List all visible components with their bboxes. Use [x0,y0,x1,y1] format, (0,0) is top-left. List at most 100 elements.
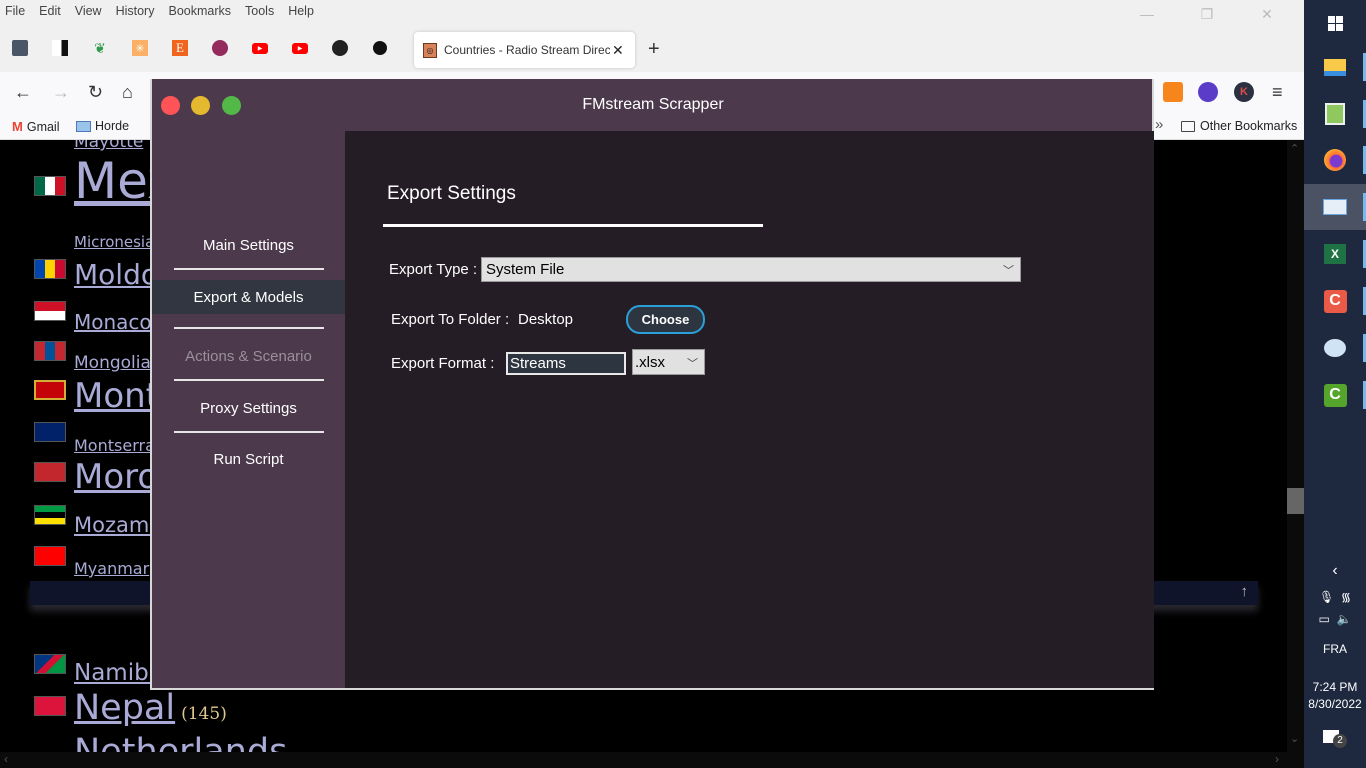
horizontal-scrollbar[interactable]: ‹ › [0,752,1304,768]
flag-icon [34,259,66,279]
clock-time[interactable]: 7:24 PM [1304,680,1366,694]
chevron-down-icon: ﹀ [1003,265,1014,277]
network-icon: ✳ [132,40,148,56]
ghost-extension-icon[interactable] [1198,82,1218,102]
pinned-tab-headset[interactable] [370,38,390,58]
camtasia-icon: C [1323,289,1347,313]
camtasia-green-icon: C [1323,383,1347,407]
tray-icons-row-1: 🎙 ᯾ [1304,588,1366,605]
pinned-tab-save[interactable] [10,38,30,58]
scrollbar-thumb[interactable] [1287,488,1304,514]
notifications-button[interactable]: 2 [1304,730,1366,748]
pinned-tab-github[interactable] [330,38,350,58]
paint-icon [1324,339,1346,357]
other-bookmarks-label: Other Bookmarks [1200,119,1298,133]
menu-file[interactable]: File [5,4,25,18]
forward-button[interactable]: → [52,82,70,103]
country-link[interactable]: Micronesia [74,233,154,251]
format-select[interactable]: .xlsx ﹀ [632,349,705,375]
export-folder-label: Export To Folder : [391,311,510,328]
scroll-left-icon[interactable]: ‹ [4,752,8,766]
choose-folder-button[interactable]: Choose [626,305,705,334]
battery-icon[interactable]: ▭ [1319,612,1330,626]
wifi-icon[interactable]: ᯾ [1341,590,1351,604]
country-link[interactable]: Nepal [74,688,175,728]
microphone-icon[interactable]: 🎙 [1319,590,1334,604]
sidebar-divider [174,379,324,381]
start-button[interactable] [1304,0,1366,46]
scroll-right-icon[interactable]: › [1275,752,1279,766]
k-extension-icon[interactable]: K [1234,82,1254,102]
bookmarks-overflow-button[interactable]: » [1155,116,1163,133]
taskbar-remote-desktop[interactable] [1304,184,1366,230]
sidebar-divider [174,431,324,433]
country-link[interactable]: Mongolia [74,353,151,373]
scroll-down-icon[interactable]: ⌄ [1290,732,1299,745]
sidebar: Main Settings Export & Models Actions & … [152,131,345,688]
app-menu-button[interactable]: ≡ [1272,82,1283,103]
export-type-select[interactable]: System File ﹀ [481,257,1021,282]
flag-icon [34,505,66,525]
vertical-scrollbar[interactable]: ⌃ ⌄ [1287,140,1304,752]
headset-icon [373,41,387,55]
export-folder-value: Desktop [518,311,574,328]
flag-icon [34,422,66,442]
new-tab-button[interactable]: + [648,38,660,61]
pinned-tab-youtube-1[interactable]: ▶ [250,38,270,58]
back-to-top-button[interactable]: ↑ [1241,583,1249,600]
active-tab[interactable]: ◎ Countries - Radio Stream Directory ✕ [414,32,635,68]
chevron-down-icon: ﹀ [687,358,698,370]
pinned-tab-etsy[interactable]: E [170,38,190,58]
pinned-tab-youtube-2[interactable]: ▶ [290,38,310,58]
save-icon [12,40,28,56]
radio-favicon-icon: ◎ [423,42,437,58]
menu-tools[interactable]: Tools [245,4,274,18]
taskbar-firefox[interactable] [1304,137,1366,183]
show-hidden-icons-button[interactable]: ‹ [1304,562,1366,580]
sidebar-item-export-models[interactable]: Export & Models [152,280,345,314]
tab-close-icon[interactable]: ✕ [612,42,624,59]
taskbar-file-explorer[interactable] [1304,44,1366,90]
file-name-input[interactable]: Streams [506,352,626,375]
sidebar-item-run-script[interactable]: Run Script [152,442,345,476]
bookmark-horde[interactable]: Horde [76,119,129,133]
country-link[interactable]: Myanmar [74,559,149,578]
home-button[interactable]: ⌂ [122,82,133,103]
country-link[interactable]: Monaco [74,310,152,334]
flag-icon [34,176,66,196]
clock-date[interactable]: 8/30/2022 [1304,697,1366,711]
taskbar-paint[interactable] [1304,325,1366,371]
flag-icon [34,341,66,361]
taskbar-notepad-plus[interactable] [1304,91,1366,137]
pinned-tab-network[interactable]: ✳ [130,38,150,58]
taskbar-camtasia-green[interactable]: C [1304,372,1366,418]
firefox-icon [1324,149,1346,171]
other-bookmarks[interactable]: Other Bookmarks [1181,119,1297,133]
sidebar-item-main-settings[interactable]: Main Settings [152,228,345,262]
volume-icon[interactable]: 🔈 [1337,612,1352,626]
menu-view[interactable]: View [75,4,102,18]
pinned-tab-leaf[interactable]: ❦ [90,38,110,58]
bookmark-gmail[interactable]: M Gmail [12,119,60,134]
pinned-tab-circle[interactable] [210,38,230,58]
language-indicator[interactable]: FRA [1304,642,1366,656]
pinned-tab-bird[interactable] [50,38,70,58]
scroll-up-icon[interactable]: ⌃ [1290,142,1299,155]
menu-bookmarks[interactable]: Bookmarks [168,4,231,18]
menu-history[interactable]: History [116,4,155,18]
leaf-icon: ❦ [94,39,106,56]
notepad-plus-icon [1325,103,1345,125]
metamask-icon[interactable] [1163,82,1183,102]
country-link[interactable]: Montserrat [74,436,161,455]
country-link[interactable]: Netherlands [74,732,287,752]
taskbar-excel[interactable]: X [1304,231,1366,277]
app-title: FMstream Scrapper [582,96,724,113]
menu-help[interactable]: Help [288,4,314,18]
sidebar-item-actions-scenario[interactable]: Actions & Scenario [152,339,345,373]
taskbar-camtasia[interactable]: C [1304,278,1366,324]
country-link[interactable]: Mayotte [74,140,143,152]
menu-edit[interactable]: Edit [39,4,61,18]
sidebar-item-proxy-settings[interactable]: Proxy Settings [152,391,345,425]
reload-button[interactable]: ↻ [88,82,103,103]
back-button[interactable]: ← [14,82,32,103]
